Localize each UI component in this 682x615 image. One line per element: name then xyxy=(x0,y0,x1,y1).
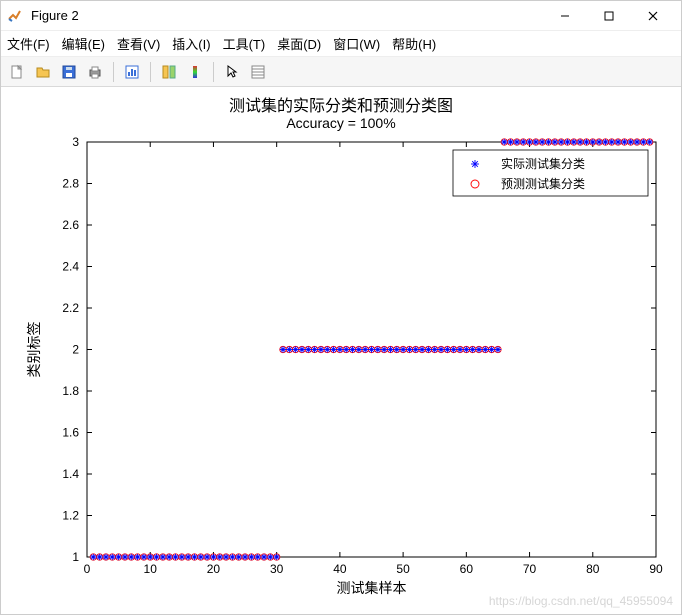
svg-text:1.2: 1.2 xyxy=(62,509,79,523)
svg-text:2.6: 2.6 xyxy=(62,218,79,232)
svg-text:80: 80 xyxy=(586,562,600,576)
window-title: Figure 2 xyxy=(31,8,543,23)
minimize-button[interactable] xyxy=(543,2,587,30)
svg-text:1.6: 1.6 xyxy=(62,426,79,440)
maximize-button[interactable] xyxy=(587,2,631,30)
svg-text:20: 20 xyxy=(207,562,221,576)
insert-colorbar-button[interactable] xyxy=(183,60,207,84)
svg-text:2: 2 xyxy=(72,343,79,357)
toolbar-separator xyxy=(150,62,151,82)
menu-insert[interactable]: 插入(I) xyxy=(172,34,210,53)
menu-help[interactable]: 帮助(H) xyxy=(392,34,436,53)
svg-text:10: 10 xyxy=(144,562,158,576)
svg-text:预测测试集分类: 预测测试集分类 xyxy=(501,176,585,191)
menu-desktop[interactable]: 桌面(D) xyxy=(277,34,321,53)
data-cursor-button[interactable] xyxy=(246,60,270,84)
svg-text:2.4: 2.4 xyxy=(62,260,79,274)
menubar: 文件(F) 编辑(E) 查看(V) 插入(I) 工具(T) 桌面(D) 窗口(W… xyxy=(1,31,681,57)
toolbar-separator xyxy=(113,62,114,82)
edit-plot-button[interactable] xyxy=(120,60,144,84)
figure-window: Figure 2 文件(F) 编辑(E) 查看(V) 插入(I) 工具(T) 桌… xyxy=(0,0,682,615)
menu-view[interactable]: 查看(V) xyxy=(117,34,160,53)
watermark: https://blog.csdn.net/qq_45955094 xyxy=(489,594,673,608)
svg-text:1: 1 xyxy=(72,550,79,564)
toolbar-separator xyxy=(213,62,214,82)
plot-area: 测试集的实际分类和预测分类图 Accuracy = 100% 010203040… xyxy=(1,87,681,614)
menu-window[interactable]: 窗口(W) xyxy=(333,34,380,53)
svg-text:90: 90 xyxy=(649,562,663,576)
svg-text:30: 30 xyxy=(270,562,284,576)
svg-text:70: 70 xyxy=(523,562,537,576)
svg-text:0: 0 xyxy=(84,562,91,576)
link-axes-button[interactable] xyxy=(157,60,181,84)
chart-canvas[interactable]: 0 10 20 30 40 50 60 70 80 90 1 1.2 1.4 1.6 1.8 2 2.2 2.4 2… xyxy=(1,87,682,615)
pointer-button[interactable] xyxy=(220,60,244,84)
matlab-icon xyxy=(7,8,23,24)
titlebar: Figure 2 xyxy=(1,1,681,31)
print-button[interactable] xyxy=(83,60,107,84)
svg-text:测试集样本: 测试集样本 xyxy=(337,580,407,596)
menu-file[interactable]: 文件(F) xyxy=(7,34,50,53)
close-button[interactable] xyxy=(631,2,675,30)
svg-text:2.8: 2.8 xyxy=(62,177,79,191)
svg-text:3: 3 xyxy=(72,135,79,149)
svg-text:60: 60 xyxy=(460,562,474,576)
svg-text:2.2: 2.2 xyxy=(62,301,79,315)
open-button[interactable] xyxy=(31,60,55,84)
menu-tools[interactable]: 工具(T) xyxy=(223,34,266,53)
menu-edit[interactable]: 编辑(E) xyxy=(62,34,105,53)
svg-text:50: 50 xyxy=(396,562,410,576)
save-button[interactable] xyxy=(57,60,81,84)
svg-text:类别标签: 类别标签 xyxy=(26,322,42,378)
svg-text:1.8: 1.8 xyxy=(62,384,79,398)
svg-text:1.4: 1.4 xyxy=(62,467,79,481)
svg-text:40: 40 xyxy=(333,562,347,576)
svg-text:实际测试集分类: 实际测试集分类 xyxy=(501,156,585,171)
toolbar xyxy=(1,57,681,87)
new-figure-button[interactable] xyxy=(5,60,29,84)
